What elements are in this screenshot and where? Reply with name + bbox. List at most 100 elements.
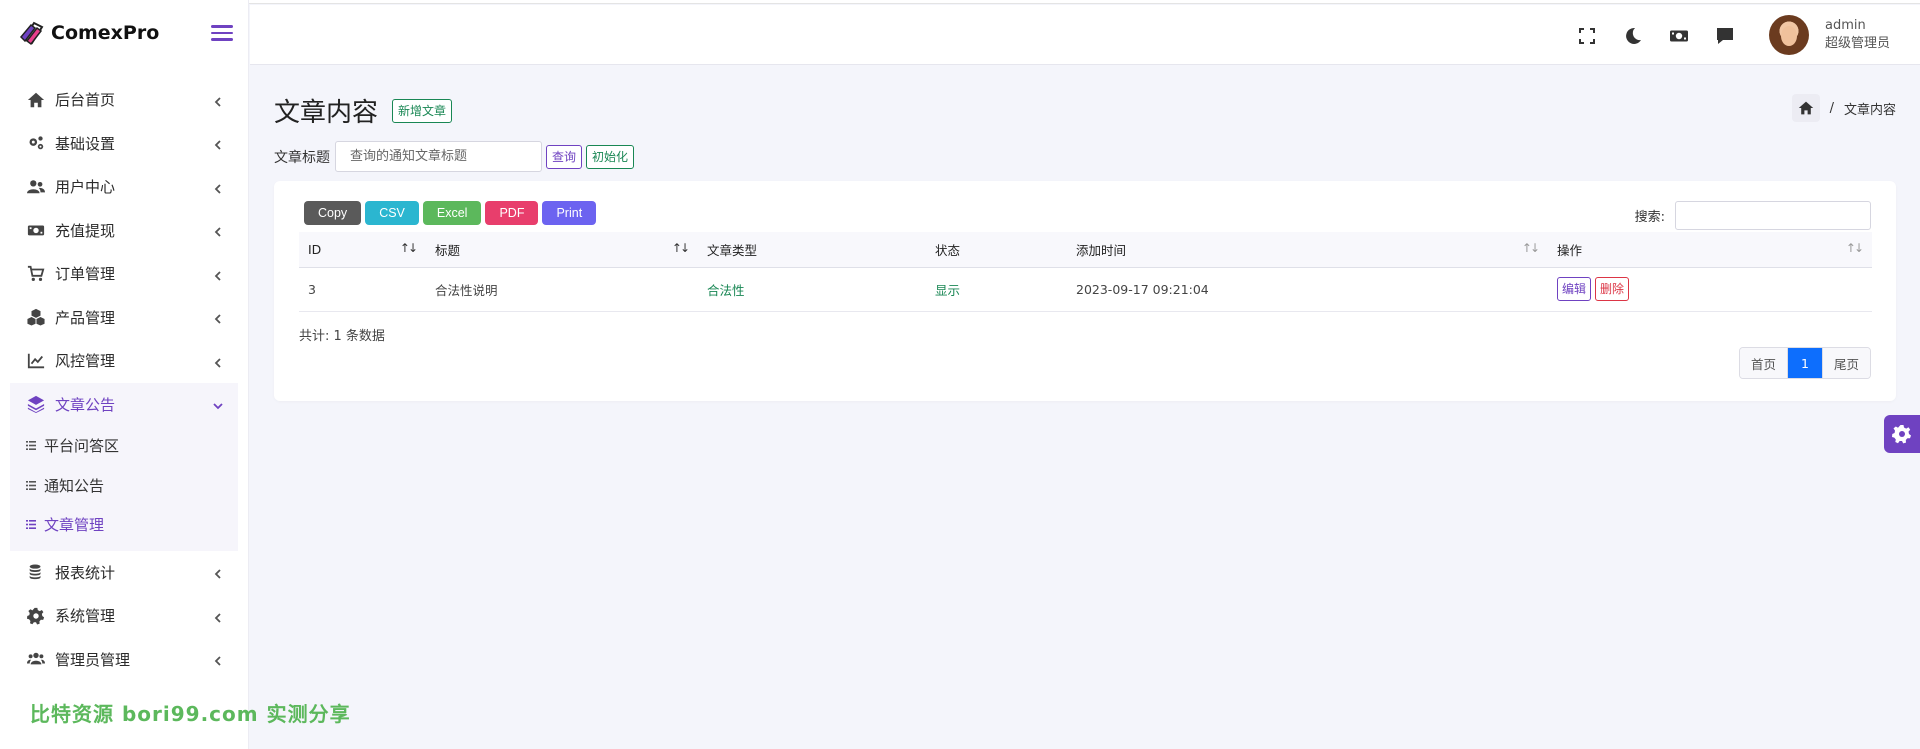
sidebar-item-label: 风控管理 bbox=[55, 352, 116, 371]
chevron-left-icon bbox=[212, 653, 224, 666]
sidebar-item-products[interactable]: 产品管理 bbox=[10, 296, 238, 340]
user-group-icon bbox=[25, 648, 47, 670]
user-name: admin bbox=[1824, 18, 1866, 33]
user-info: admin 超级管理员 bbox=[1825, 17, 1890, 53]
query-button[interactable]: 查询 bbox=[546, 144, 583, 169]
sidebar-nav: 后台首页 基础设置 用户中心 充值提现 订单管理 产品管理 风控管理 文章公告 … bbox=[0, 66, 248, 681]
chevron-left-icon bbox=[212, 311, 224, 324]
menu-toggle-icon[interactable] bbox=[211, 23, 233, 43]
table-info: 共计: 1 条数据 bbox=[299, 329, 385, 344]
submenu-item-notices[interactable]: 通知公告 bbox=[10, 466, 238, 506]
sidebar-item-admins[interactable]: 管理员管理 bbox=[10, 638, 238, 682]
edit-button[interactable]: 编辑 bbox=[1557, 277, 1592, 301]
watermark-text: 比特资源 bori99.com 实测分享 bbox=[30, 702, 351, 726]
sidebar: ComexPro 后台首页 基础设置 用户中心 充值提现 订单管理 产品管理 风… bbox=[0, 0, 350, 749]
column-header-actions[interactable]: 操作 ↑↓ bbox=[1548, 232, 1872, 268]
cell-id: 3 bbox=[299, 267, 426, 312]
title-search-input[interactable] bbox=[335, 141, 542, 172]
column-header-status: 状态 bbox=[926, 232, 1067, 268]
cell-status: 显示 bbox=[926, 267, 1067, 312]
sidebar-item-basic-settings[interactable]: 基础设置 bbox=[10, 122, 238, 166]
breadcrumb-home-icon[interactable] bbox=[1791, 94, 1820, 122]
pagination: 首页 1 尾页 bbox=[1739, 347, 1871, 379]
chevron-down-icon bbox=[212, 398, 224, 410]
excel-button[interactable]: Excel bbox=[422, 201, 482, 225]
users-icon bbox=[25, 176, 47, 198]
sidebar-item-risk-control[interactable]: 风控管理 bbox=[10, 339, 238, 383]
chart-line-icon bbox=[25, 350, 47, 372]
add-article-button[interactable]: 新增文章 bbox=[392, 98, 453, 123]
chevron-left-icon bbox=[212, 355, 224, 368]
gear-icon bbox=[25, 605, 47, 627]
sidebar-item-user-center[interactable]: 用户中心 bbox=[10, 165, 238, 209]
reset-button[interactable]: 初始化 bbox=[586, 144, 635, 169]
submenu-item-label: 文章管理 bbox=[44, 516, 105, 535]
cell-actions: 编辑 删除 bbox=[1548, 267, 1872, 312]
pager-current-page[interactable]: 1 bbox=[1788, 348, 1823, 378]
submenu-item-label: 通知公告 bbox=[44, 476, 105, 495]
sidebar-item-system[interactable]: 系统管理 bbox=[10, 594, 238, 638]
cell-title: 合法性说明 bbox=[426, 267, 698, 312]
pager-first[interactable]: 首页 bbox=[1740, 348, 1789, 378]
chevron-left-icon bbox=[212, 268, 224, 281]
cell-time: 2023-09-17 09:21:04 bbox=[1067, 267, 1548, 312]
filter-label: 文章标题 bbox=[274, 149, 330, 166]
cogs-icon bbox=[25, 132, 47, 154]
message-icon[interactable] bbox=[1712, 23, 1738, 49]
print-button[interactable]: Print bbox=[542, 201, 597, 225]
user-role: 超级管理员 bbox=[1824, 36, 1890, 51]
copy-button[interactable]: Copy bbox=[304, 201, 362, 225]
csv-button[interactable]: CSV bbox=[365, 201, 419, 225]
header-actions bbox=[1574, 23, 1738, 49]
submenu-item-faq[interactable]: 平台问答区 bbox=[10, 426, 238, 466]
table-search-input[interactable] bbox=[1675, 201, 1871, 230]
sidebar-item-label: 文章公告 bbox=[55, 395, 116, 414]
cell-type: 合法性 bbox=[698, 267, 926, 312]
fullscreen-icon[interactable] bbox=[1574, 23, 1600, 49]
sort-desc-icon: ↑↓ bbox=[399, 241, 418, 255]
money-icon bbox=[25, 219, 47, 241]
breadcrumb-current: 文章内容 bbox=[1843, 102, 1896, 118]
table-row: 3 合法性说明 合法性 显示 2023-09-17 09:21:04 编辑 删除 bbox=[299, 267, 1872, 312]
chevron-left-icon bbox=[212, 181, 224, 194]
user-menu[interactable]: admin 超级管理员 bbox=[1768, 15, 1890, 55]
sort-icon: ↑↓ bbox=[1521, 241, 1540, 255]
brand-name: ComexPro bbox=[51, 22, 160, 44]
brand-logo[interactable]: ComexPro bbox=[18, 19, 159, 47]
top-border bbox=[0, 0, 1920, 4]
sidebar-item-label: 管理员管理 bbox=[55, 650, 131, 669]
column-header-id[interactable]: ID ↑↓ bbox=[299, 232, 426, 268]
settings-gear-icon[interactable] bbox=[1884, 415, 1920, 453]
brand-logo-icon bbox=[19, 21, 44, 46]
sidebar-item-dashboard[interactable]: 后台首页 bbox=[10, 78, 238, 122]
layers-icon bbox=[25, 393, 47, 415]
submenu-item-label: 平台问答区 bbox=[44, 437, 120, 456]
sidebar-item-reports[interactable]: 报表统计 bbox=[10, 551, 238, 595]
delete-button[interactable]: 删除 bbox=[1595, 277, 1630, 301]
sidebar-item-orders[interactable]: 订单管理 bbox=[10, 252, 238, 296]
breadcrumb-separator: / bbox=[1829, 100, 1834, 116]
table-card: Copy CSV Excel PDF Print 搜索: ID ↑↓ 标题 ↑↓ 文… bbox=[274, 181, 1896, 401]
table-search: 搜索: bbox=[1635, 201, 1871, 230]
sidebar-item-label: 用户中心 bbox=[55, 178, 116, 197]
pager-last[interactable]: 尾页 bbox=[1822, 348, 1870, 378]
money-bill-icon[interactable] bbox=[1666, 23, 1692, 49]
sidebar-item-label: 后台首页 bbox=[55, 91, 116, 110]
brand-bar: ComexPro bbox=[0, 0, 248, 66]
table-header-row: ID ↑↓ 标题 ↑↓ 文章类型 状态 添加时间 ↑↓ 操作 ↑↓ bbox=[299, 232, 1872, 268]
sidebar-item-recharge-withdraw[interactable]: 充值提现 bbox=[10, 209, 238, 253]
coins-icon bbox=[25, 561, 47, 583]
sidebar-item-label: 充值提现 bbox=[55, 221, 116, 240]
pdf-button[interactable]: PDF bbox=[485, 201, 539, 225]
sidebar-item-articles[interactable]: 文章公告 bbox=[10, 382, 238, 426]
submenu-item-article-management[interactable]: 文章管理 bbox=[10, 505, 238, 545]
chevron-left-icon bbox=[212, 137, 224, 150]
moon-icon[interactable] bbox=[1620, 23, 1646, 49]
sidebar-item-label: 订单管理 bbox=[55, 265, 116, 284]
chevron-left-icon bbox=[212, 224, 224, 237]
breadcrumb: / 文章内容 bbox=[1791, 94, 1896, 122]
column-header-time[interactable]: 添加时间 ↑↓ bbox=[1067, 232, 1548, 268]
chevron-left-icon bbox=[212, 610, 224, 623]
list-icon bbox=[26, 480, 44, 490]
column-header-title[interactable]: 标题 ↑↓ bbox=[426, 232, 698, 268]
